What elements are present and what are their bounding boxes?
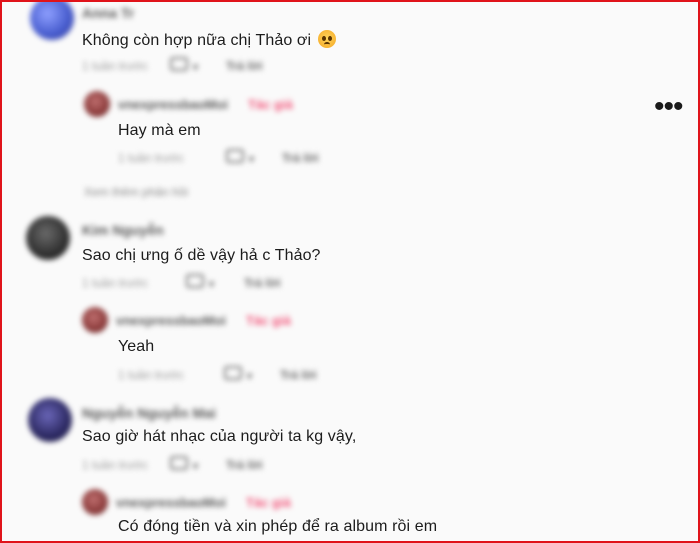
avatar[interactable] <box>28 398 72 442</box>
reply-text: Có đóng tiền và xin phép để ra album rồi… <box>118 518 438 535</box>
comment-text: Sao chị ưng ố dề vậy hả c Thảo? <box>82 247 321 264</box>
like-button[interactable]: ▾ <box>186 274 214 293</box>
comments-panel: Anna Tr Không còn hợp nữa chị Thảo ơi 1 … <box>0 0 700 543</box>
chevron-down-icon: ▾ <box>248 152 255 166</box>
author-badge: Tác giả <box>246 495 291 510</box>
reply-time: 1 tuần trước <box>118 368 184 382</box>
comment-time: 1 tuần trước <box>82 59 148 73</box>
reply-button[interactable]: Trả lời <box>244 276 281 290</box>
reply-time: 1 tuần trước <box>118 151 184 165</box>
avatar[interactable] <box>82 307 108 333</box>
reply-text: Yeah <box>118 338 155 355</box>
thumbs-up-icon <box>186 274 204 288</box>
like-button[interactable]: ▾ <box>170 57 198 76</box>
like-button[interactable]: ▾ <box>226 149 254 168</box>
comment-text: Sao giờ hát nhạc của người ta kg vậy, <box>82 428 357 445</box>
reply-author[interactable]: vnexpressbaoMoi <box>116 313 226 328</box>
chevron-down-icon: ▾ <box>208 277 215 291</box>
comment-time: 1 tuần trước <box>82 458 148 472</box>
thumbs-up-icon <box>224 366 242 380</box>
reply-button[interactable]: Trả lời <box>226 458 263 472</box>
thumbs-up-icon <box>170 57 188 71</box>
reply-author[interactable]: vnexpressbaoMoi <box>118 97 228 112</box>
avatar[interactable] <box>84 91 110 117</box>
comment-author[interactable]: Kim Nguyễn <box>82 222 164 238</box>
reply-button[interactable]: Trả lời <box>280 368 317 382</box>
avatar[interactable] <box>30 2 74 40</box>
comment-author[interactable]: Nguyễn Nguyễn Mai <box>82 405 216 421</box>
reply-button[interactable]: Trả lời <box>282 151 319 165</box>
pleading-face-icon <box>317 30 336 48</box>
comment-author[interactable]: Anna Tr <box>82 5 134 21</box>
like-button[interactable]: ▾ <box>170 456 198 475</box>
view-more-replies-link[interactable]: Xem thêm phản hồi <box>84 185 188 199</box>
comment-time: 1 tuần trước <box>82 276 148 290</box>
chevron-down-icon: ▾ <box>192 459 199 473</box>
more-options-icon[interactable]: ••• <box>654 92 683 122</box>
author-badge: Tác giả <box>248 97 293 112</box>
reply-button[interactable]: Trả lời <box>226 59 263 73</box>
thumbs-up-icon <box>226 149 244 163</box>
comment-text-content: Không còn hợp nữa chị Thảo ơi <box>82 32 312 49</box>
chevron-down-icon: ▾ <box>246 369 253 383</box>
avatar[interactable] <box>26 216 70 260</box>
reply-text: Hay mà em <box>118 122 201 139</box>
thumbs-up-icon <box>170 456 188 470</box>
chevron-down-icon: ▾ <box>192 60 199 74</box>
avatar[interactable] <box>82 489 108 515</box>
author-badge: Tác giả <box>246 313 291 328</box>
like-button[interactable]: ▾ <box>224 366 252 385</box>
reply-author[interactable]: vnexpressbaoMoi <box>116 495 226 510</box>
comment-text: Không còn hợp nữa chị Thảo ơi <box>82 30 336 50</box>
